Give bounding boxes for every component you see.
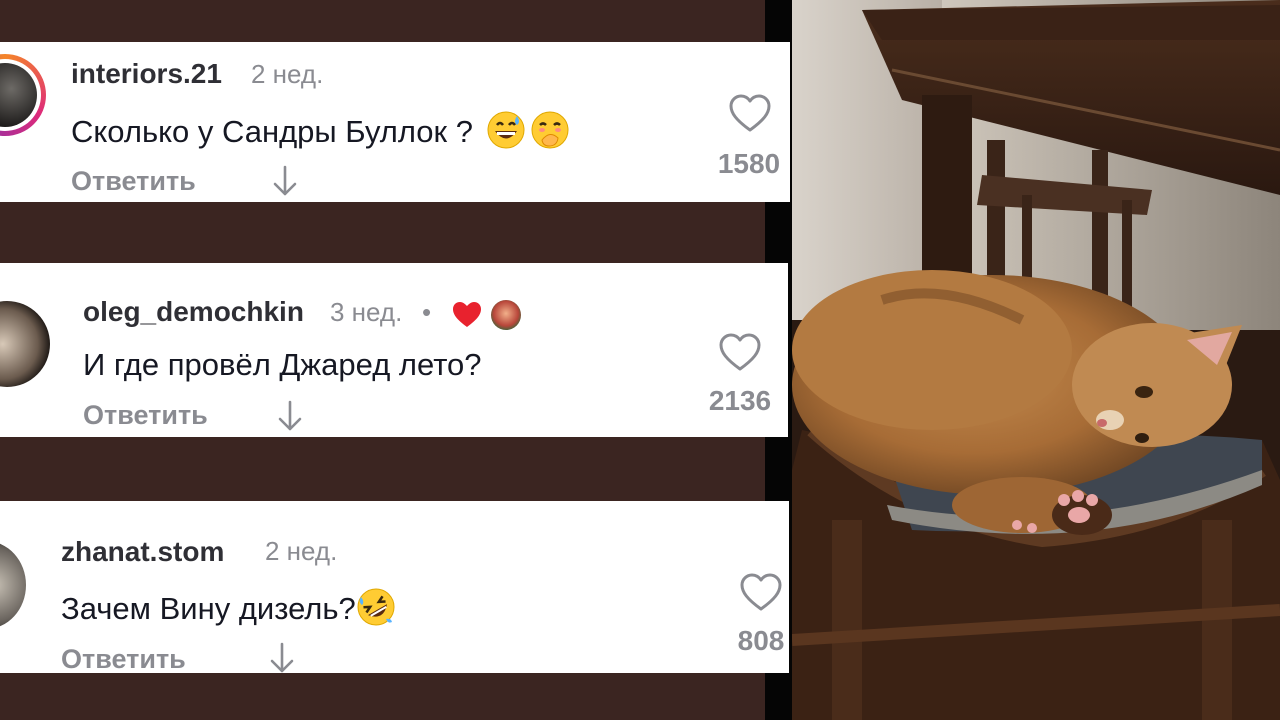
comment-time: 2 нед. bbox=[265, 536, 338, 566]
like-count: 2136 bbox=[708, 385, 772, 416]
comment-card-1: interiors.21 2 нед. Сколько у Сандры Бул… bbox=[0, 42, 790, 202]
grinning-sweat-emoji-icon bbox=[486, 110, 526, 158]
comment-username[interactable]: zhanat.stom bbox=[61, 536, 224, 568]
rolling-laughing-emoji-icon bbox=[356, 587, 396, 635]
creator-liked-heart-icon bbox=[453, 302, 481, 327]
comment-card-2: oleg_demochkin 3 нед. • И где провёл Джа… bbox=[0, 263, 788, 437]
comment-text-body: Зачем Вину дизель? bbox=[61, 591, 356, 627]
like-heart-icon[interactable] bbox=[739, 573, 783, 613]
comment-time: 2 нед. bbox=[251, 59, 324, 89]
hand-over-mouth-emoji-icon bbox=[530, 110, 570, 158]
comment-text-body: Сколько у Сандры Буллок ? bbox=[71, 114, 482, 150]
avatar[interactable] bbox=[0, 301, 50, 387]
comment-text: Зачем Вину дизель? bbox=[61, 587, 396, 635]
comment-text: И где провёл Джаред лето? bbox=[83, 347, 482, 382]
arrow-down-icon[interactable] bbox=[272, 164, 298, 198]
comment-time: 3 нед. bbox=[330, 297, 403, 327]
comment-text: Сколько у Сандры Буллок ? bbox=[71, 110, 570, 158]
avatar[interactable] bbox=[0, 54, 46, 136]
reply-button[interactable]: Ответить bbox=[83, 400, 208, 431]
like-count: 1580 bbox=[717, 148, 781, 179]
like-heart-icon[interactable] bbox=[718, 333, 762, 373]
comment-username[interactable]: interiors.21 bbox=[71, 58, 222, 90]
separator-dot: • bbox=[422, 297, 432, 327]
reply-button[interactable]: Ответить bbox=[61, 644, 186, 675]
cat-photo bbox=[792, 0, 1280, 720]
avatar[interactable] bbox=[0, 541, 26, 629]
arrow-down-icon[interactable] bbox=[277, 399, 303, 433]
arrow-down-icon[interactable] bbox=[269, 641, 295, 675]
comment-card-3: zhanat.stom 2 нед. Зачем Вину дизель? От… bbox=[0, 501, 789, 675]
comment-username[interactable]: oleg_demochkin bbox=[83, 296, 304, 328]
like-heart-icon[interactable] bbox=[728, 94, 772, 134]
creator-avatar bbox=[491, 300, 521, 330]
reply-button[interactable]: Ответить bbox=[71, 166, 196, 197]
cat-photo-illustration bbox=[792, 0, 1280, 720]
